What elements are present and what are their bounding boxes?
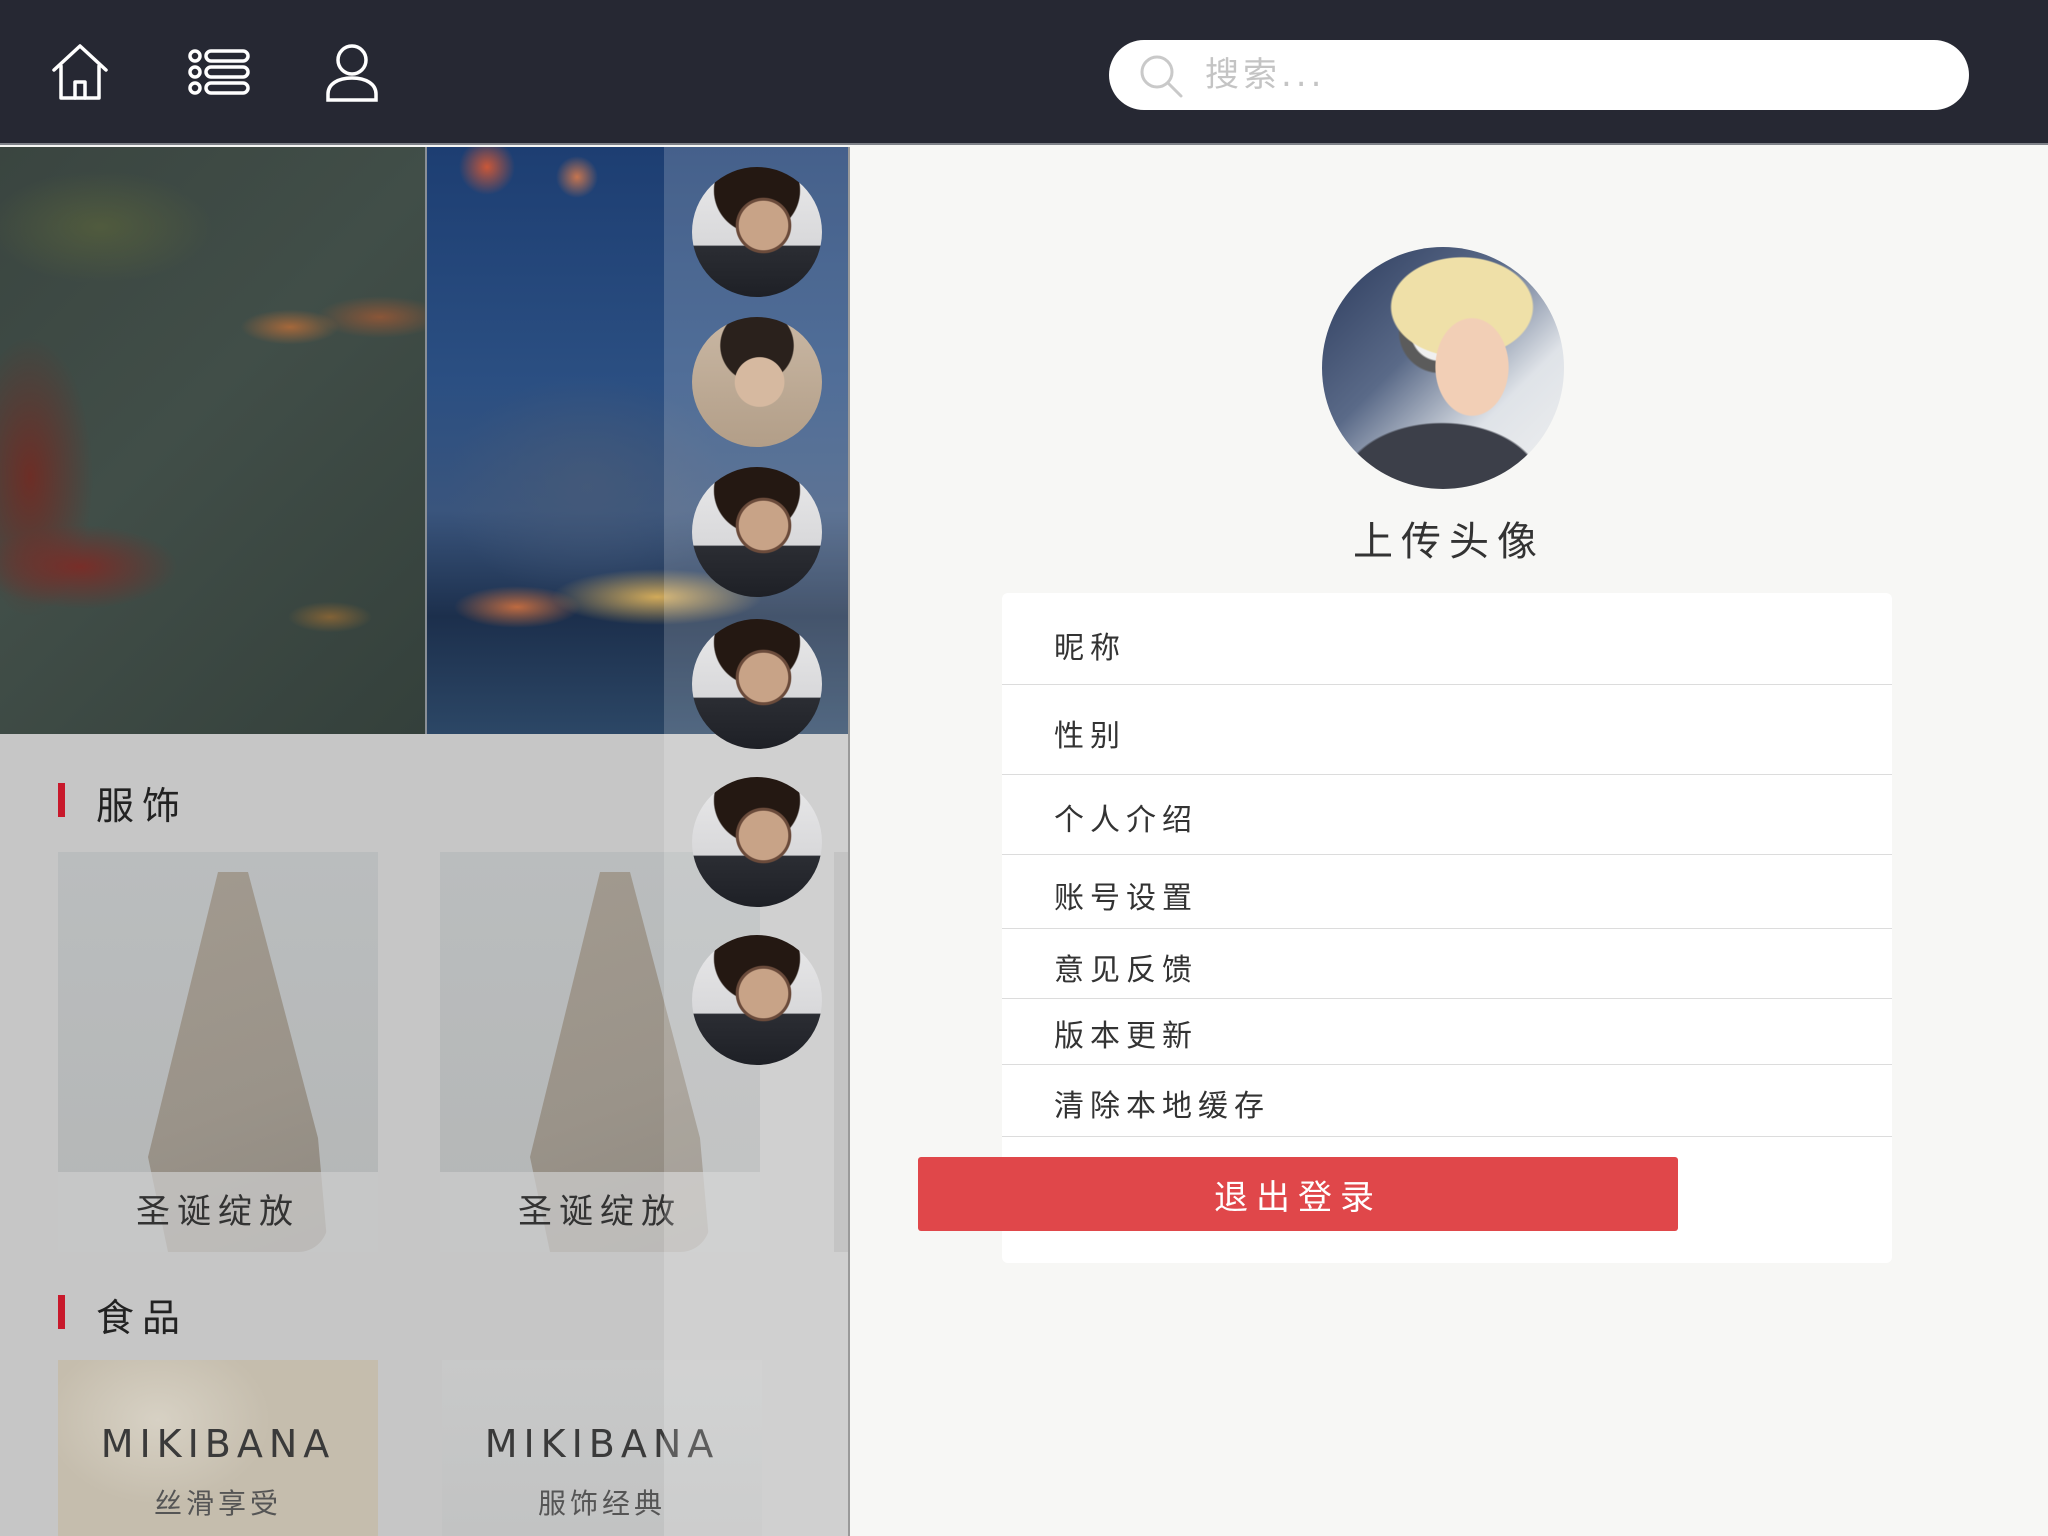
avatar[interactable] [692, 777, 822, 907]
product-card[interactable]: 圣诞绽放 [58, 852, 378, 1252]
menu-item-label: 清除本地缓存 [1054, 1089, 1270, 1124]
profile-panel: 上传头像 昵称 性别 个人介绍 账号设置 意见反馈 版本更新 清除本地缓存 退出… [848, 147, 2048, 1536]
menu-item-account-settings[interactable]: 账号设置 [1002, 855, 1892, 929]
section-marker [58, 783, 65, 817]
food-brand: MIKIBANA [100, 1422, 336, 1466]
search-input[interactable] [1205, 40, 1945, 110]
menu-item-label: 个人介绍 [1054, 803, 1198, 838]
avatar[interactable] [692, 935, 822, 1065]
content-feed-panel: 服饰 圣诞绽放 圣诞绽放 食品 MIKIBANA 丝滑享受 MIKIBANA 服… [0, 147, 848, 1536]
menu-item-clear-cache[interactable]: 清除本地缓存 [1002, 1065, 1892, 1137]
home-icon[interactable] [46, 38, 114, 106]
top-navigation-bar [0, 0, 2048, 145]
section-title-text: 服饰 [96, 784, 189, 828]
section-title-text: 食品 [96, 1296, 189, 1340]
avatar[interactable] [692, 317, 822, 447]
menu-item-label: 版本更新 [1054, 1019, 1198, 1054]
avatar[interactable] [692, 467, 822, 597]
menu-item-label: 账号设置 [1054, 881, 1198, 916]
menu-item-label: 意见反馈 [1054, 953, 1198, 988]
food-subtitle: 丝滑享受 [153, 1487, 282, 1520]
menu-item-version-update[interactable]: 版本更新 [1002, 999, 1892, 1065]
banner-image-abstract[interactable] [0, 147, 425, 734]
avatar[interactable] [692, 619, 822, 749]
profile-avatar[interactable] [1322, 247, 1564, 489]
search-icon [1137, 52, 1185, 100]
menu-item-nickname[interactable]: 昵称 [1002, 593, 1892, 685]
menu-item-bio[interactable]: 个人介绍 [1002, 775, 1892, 855]
logout-button[interactable]: 退出登录 [918, 1157, 1678, 1231]
menu-item-label: 昵称 [1054, 631, 1126, 666]
menu-item-gender[interactable]: 性别 [1002, 685, 1892, 775]
search-box[interactable] [1109, 40, 1969, 110]
upload-avatar-label[interactable]: 上传头像 [850, 509, 2048, 567]
avatar[interactable] [692, 167, 822, 297]
product-caption: 圣诞绽放 [58, 1172, 378, 1252]
food-card[interactable]: MIKIBANA 丝滑享受 [58, 1360, 378, 1536]
section-marker [58, 1295, 65, 1329]
list-icon[interactable] [184, 38, 252, 106]
user-icon[interactable] [318, 38, 386, 106]
menu-item-label: 性别 [1054, 719, 1126, 754]
menu-item-feedback[interactable]: 意见反馈 [1002, 929, 1892, 999]
